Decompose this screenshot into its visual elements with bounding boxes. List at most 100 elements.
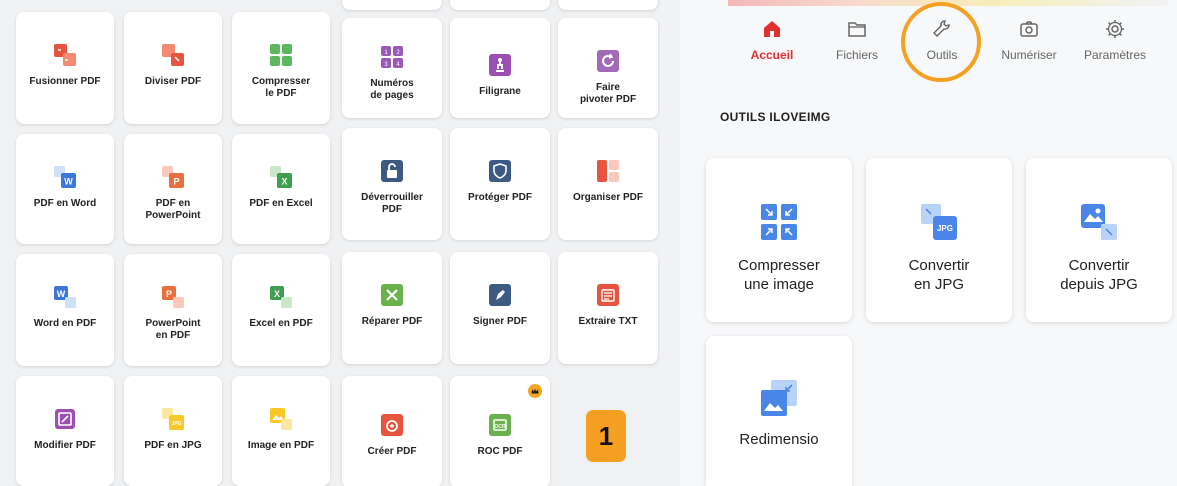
- create-pdf-icon: [379, 412, 405, 438]
- rotate-pdf-icon: [595, 48, 621, 74]
- section-title: OUTILS ILOVEIMG: [720, 110, 831, 124]
- word-to-pdf-icon: W: [52, 284, 78, 310]
- gear-icon: [1104, 18, 1126, 40]
- tool-convert-to-jpg[interactable]: JPG Convertir en JPG: [866, 158, 1012, 322]
- tile-repair-pdf[interactable]: Réparer PDF: [342, 252, 442, 364]
- tile-rotate-pdf[interactable]: Faire pivoter PDF: [558, 18, 658, 118]
- tile-merge-pdf[interactable]: Fusionner PDF: [16, 12, 114, 124]
- folder-icon: [846, 18, 868, 40]
- pdf-to-excel-icon: X: [268, 164, 294, 190]
- tile-ocr-pdf[interactable]: OCR ROC PDF: [450, 376, 550, 486]
- tool-compress-image[interactable]: Compresser une image: [706, 158, 852, 322]
- watermark-icon: [487, 52, 513, 78]
- nav-scan[interactable]: Numériser: [989, 18, 1069, 62]
- tile-pdf-to-powerpoint[interactable]: P PDF en PowerPoint: [124, 134, 222, 244]
- tile-label: Fusionner PDF: [29, 76, 101, 87]
- pdf-to-jpg-icon: JPG: [160, 406, 186, 432]
- merge-pdf-icon: [52, 42, 78, 68]
- step-badge-number: 1: [598, 420, 614, 451]
- tile-watermark[interactable]: Filigrane: [450, 18, 550, 118]
- tool-convert-from-jpg[interactable]: Convertir depuis JPG: [1026, 158, 1172, 322]
- nav-files[interactable]: Fichiers: [817, 18, 897, 62]
- tile-organize-pdf[interactable]: Organiser PDF: [558, 128, 658, 240]
- powerpoint-to-pdf-icon: P: [160, 284, 186, 310]
- resize-image-icon: [759, 378, 799, 418]
- svg-text:OCR: OCR: [494, 424, 506, 430]
- pdf-tools-grid-middle: 1234 Numéros de pages Filigrane Faire pi…: [338, 0, 660, 486]
- tile-label: Word en PDF: [33, 318, 97, 329]
- tool-label: Redimensio: [739, 431, 819, 448]
- tile-pdf-to-excel[interactable]: X PDF en Excel: [232, 134, 330, 244]
- tile-label: Organiser PDF: [572, 192, 644, 203]
- svg-text:X: X: [274, 289, 280, 299]
- split-pdf-icon: [160, 42, 186, 68]
- tile-powerpoint-to-pdf[interactable]: P PowerPoint en PDF: [124, 254, 222, 366]
- tile-pdf-to-jpg[interactable]: JPG PDF en JPG: [124, 376, 222, 486]
- tool-label: Convertir en JPG: [908, 257, 970, 293]
- ocr-pdf-icon: OCR: [487, 412, 513, 438]
- camera-icon: [1018, 18, 1040, 40]
- protect-pdf-icon: [487, 158, 513, 184]
- tile-label: Créer PDF: [367, 446, 417, 457]
- nav-home[interactable]: Accueil: [732, 18, 812, 62]
- svg-text:JPG: JPG: [171, 421, 181, 427]
- svg-text:P: P: [166, 289, 172, 299]
- tile-label: PDF en Excel: [249, 198, 313, 209]
- tile-label: ROC PDF: [477, 446, 523, 457]
- tools-highlight-circle: [901, 2, 981, 82]
- pdf-tools-grid-left: Fusionner PDF Diviser PDF Compresser le …: [0, 0, 338, 486]
- compress-pdf-icon: [268, 42, 294, 68]
- tile-extract-txt[interactable]: Extraire TXT: [558, 252, 658, 364]
- tile-excel-to-pdf[interactable]: X Excel en PDF: [232, 254, 330, 366]
- pdf-to-powerpoint-icon: P: [160, 164, 186, 190]
- tile-top-cut-1: [342, 0, 442, 10]
- image-to-pdf-icon: [268, 406, 294, 432]
- tile-pdf-to-word[interactable]: W PDF en Word: [16, 134, 114, 244]
- tile-sign-pdf[interactable]: Signer PDF: [450, 252, 550, 364]
- tile-label: Déverrouiller PDF: [361, 192, 423, 215]
- pdf-to-word-icon: W: [52, 164, 78, 190]
- crown-icon: [528, 384, 542, 398]
- tile-image-to-pdf[interactable]: Image en PDF: [232, 376, 330, 486]
- svg-text:W: W: [64, 177, 73, 187]
- tile-label: Compresser le PDF: [251, 76, 311, 99]
- tile-label: PowerPoint en PDF: [145, 318, 201, 341]
- home-icon: [761, 18, 783, 40]
- tile-label: Protéger PDF: [468, 192, 532, 203]
- compress-image-icon: [759, 202, 799, 242]
- nav-settings[interactable]: Paramètres: [1075, 18, 1155, 62]
- tile-unlock-pdf[interactable]: Déverrouiller PDF: [342, 128, 442, 240]
- organize-pdf-icon: [595, 158, 621, 184]
- tile-label: Réparer PDF: [361, 316, 423, 327]
- sign-pdf-icon: [487, 282, 513, 308]
- tile-compress-pdf[interactable]: Compresser le PDF: [232, 12, 330, 124]
- nav-scan-label: Numériser: [1001, 48, 1057, 62]
- tile-edit-pdf[interactable]: Modifier PDF: [16, 376, 114, 486]
- tile-label: PDF en JPG: [144, 440, 202, 451]
- repair-pdf-icon: [379, 282, 405, 308]
- tile-label: PDF en PowerPoint: [145, 198, 201, 221]
- tile-label: Faire pivoter PDF: [579, 82, 637, 105]
- tile-label: Numéros de pages: [370, 78, 414, 101]
- tile-label: PDF en Word: [33, 198, 97, 209]
- tile-top-cut-2: [450, 0, 550, 10]
- tile-label: Image en PDF: [247, 440, 315, 451]
- tool-label: Compresser une image: [738, 257, 820, 293]
- convert-from-jpg-icon: [1079, 202, 1119, 242]
- tile-label: Filigrane: [479, 86, 521, 97]
- tile-split-pdf[interactable]: Diviser PDF: [124, 12, 222, 124]
- tile-protect-pdf[interactable]: Protéger PDF: [450, 128, 550, 240]
- tool-resize-image[interactable]: Redimensio: [706, 336, 852, 486]
- tool-label: Convertir depuis JPG: [1060, 257, 1138, 293]
- excel-to-pdf-icon: X: [268, 284, 294, 310]
- tile-label: Modifier PDF: [34, 440, 96, 451]
- tile-word-to-pdf[interactable]: W Word en PDF: [16, 254, 114, 366]
- edit-pdf-icon: [52, 406, 78, 432]
- tile-label: Diviser PDF: [144, 76, 202, 87]
- tile-page-numbers[interactable]: 1234 Numéros de pages: [342, 18, 442, 118]
- extract-txt-icon: [595, 282, 621, 308]
- page-numbers-icon: 1234: [379, 44, 405, 70]
- app-tools-screen: Accueil Fichiers Outils Numériser Paramè…: [680, 0, 1177, 486]
- tile-label: Extraire TXT: [578, 316, 638, 327]
- tile-create-pdf[interactable]: Créer PDF: [342, 376, 442, 486]
